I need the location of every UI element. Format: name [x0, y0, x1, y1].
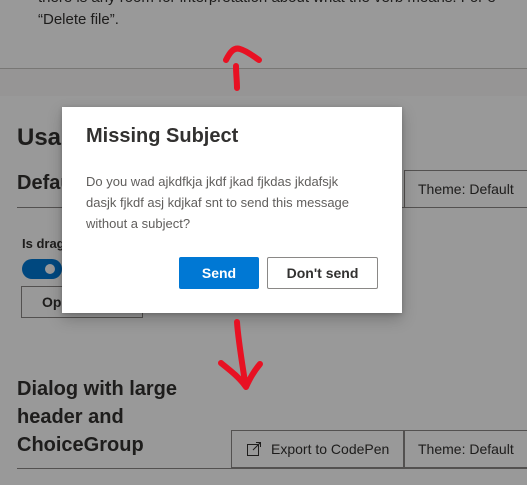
send-button[interactable]: Send — [179, 257, 259, 289]
dialog-message-line-1: Do you wad ajkdfkja jkdf jkad fjkdas jkd… — [86, 174, 339, 189]
dialog-message: Do you wad ajkdfkja jkdf jkad fjkdas jkd… — [86, 171, 386, 234]
missing-subject-dialog: Missing Subject Do you wad ajkdfkja jkdf… — [62, 107, 402, 313]
dialog-title: Missing Subject — [86, 125, 239, 147]
dont-send-button[interactable]: Don't send — [267, 257, 378, 289]
dialog-message-line-2: dasjk fjkdf asj kdjkaf snt to send this … — [86, 195, 350, 210]
dialog-message-line-3: without a subject? — [86, 216, 191, 231]
